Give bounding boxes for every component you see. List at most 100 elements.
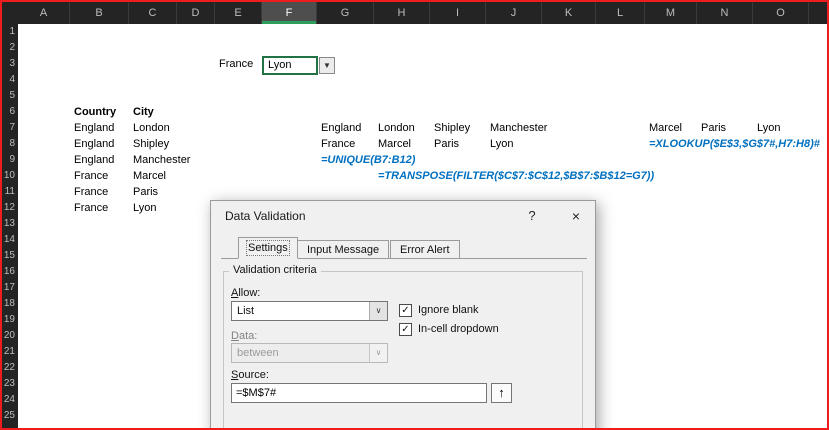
column-header-F[interactable]: F (262, 2, 317, 24)
cell-I7[interactable]: Shipley (434, 120, 470, 136)
cell-H7[interactable]: London (378, 120, 415, 136)
row-header-3[interactable]: 3 (2, 56, 18, 72)
tab-error-alert[interactable]: Error Alert (390, 240, 460, 259)
dialog-tab-strip: Settings Input Message Error Alert (221, 237, 587, 259)
check-icon: ✓ (401, 305, 410, 316)
cell-J8[interactable]: Lyon (490, 136, 513, 152)
cell-C11[interactable]: Paris (133, 184, 158, 200)
cell-C6[interactable]: City (133, 104, 154, 120)
excel-window: ABCDEFGHIJKLMNO 1 2 3 4 5 6 7 8 9 10 11 12 13 14 15 16 1… (0, 0, 829, 430)
tab-label: Error Alert (400, 244, 450, 256)
row-header-12[interactable]: 12 (2, 200, 18, 216)
row-header-18[interactable]: 18 (2, 296, 18, 312)
data-value: between (237, 347, 279, 359)
row-header-1[interactable]: 1 (2, 24, 18, 40)
row-header-6[interactable]: 6 (2, 104, 18, 120)
cell-F3-dropdown[interactable]: Lyon (262, 56, 318, 75)
row-header-19[interactable]: 19 (2, 312, 18, 328)
row-header-21[interactable]: 21 (2, 344, 18, 360)
checkbox-box: ✓ (399, 323, 412, 336)
row-header-column: 1 2 3 4 5 6 7 8 9 10 11 12 13 14 15 16 17 18 19 20 21 22 23 24 2… (2, 24, 18, 428)
chevron-down-icon: ∨ (375, 306, 382, 315)
help-button[interactable]: ? (515, 201, 549, 231)
cell-C7[interactable]: London (133, 120, 170, 136)
cell-B11[interactable]: France (74, 184, 108, 200)
tab-settings[interactable]: Settings (238, 237, 298, 259)
cell-H8[interactable]: Marcel (378, 136, 411, 152)
row-header-25[interactable]: 25 (2, 408, 18, 424)
range-select-button[interactable]: ↑ (491, 383, 512, 403)
row-header-23[interactable]: 23 (2, 376, 18, 392)
row-header-22[interactable]: 22 (2, 360, 18, 376)
column-header-E[interactable]: E (215, 2, 262, 24)
tab-input-message[interactable]: Input Message (297, 240, 390, 259)
column-header-N[interactable]: N (697, 2, 753, 24)
source-label: Source: (231, 369, 269, 381)
column-header-D[interactable]: D (177, 2, 215, 24)
cell-C8[interactable]: Shipley (133, 136, 169, 152)
column-header-G[interactable]: G (317, 2, 374, 24)
row-header-20[interactable]: 20 (2, 328, 18, 344)
in-cell-dropdown-button[interactable]: ▼ (319, 57, 335, 74)
row-header-5[interactable]: 5 (2, 88, 18, 104)
row-header-7[interactable]: 7 (2, 120, 18, 136)
cell-B12[interactable]: France (74, 200, 108, 216)
row-header-4[interactable]: 4 (2, 72, 18, 88)
cell-C10[interactable]: Marcel (133, 168, 166, 184)
row-header-9[interactable]: 9 (2, 152, 18, 168)
allow-dropdown-button[interactable]: ∨ (369, 302, 387, 320)
group-label: Validation criteria (229, 264, 321, 276)
column-header-O[interactable]: O (753, 2, 809, 24)
row-header-11[interactable]: 11 (2, 184, 18, 200)
allow-combobox[interactable]: List ∨ (231, 301, 388, 321)
cell-M7[interactable]: Marcel (649, 120, 682, 136)
column-header-J[interactable]: J (486, 2, 542, 24)
cell-O7[interactable]: Lyon (757, 120, 780, 136)
allow-label: Allow: (231, 287, 261, 299)
data-validation-dialog: Data Validation ? × Settings Input Messa… (210, 200, 596, 430)
cell-C12[interactable]: Lyon (133, 200, 156, 216)
row-header-14[interactable]: 14 (2, 232, 18, 248)
row-header-16[interactable]: 16 (2, 264, 18, 280)
dialog-title[interactable]: Data Validation (225, 201, 306, 231)
column-header-H[interactable]: H (374, 2, 430, 24)
formula-xlookup[interactable]: =XLOOKUP($E$3,$G$7#,H7:H8)# (649, 136, 820, 152)
data-label: Data: (231, 330, 258, 342)
column-header-A[interactable]: A (18, 2, 70, 24)
close-icon: × (571, 208, 581, 224)
cell-G7[interactable]: England (321, 120, 361, 136)
in-cell-dropdown-label: In-cell dropdown (418, 323, 499, 335)
row-header-8[interactable]: 8 (2, 136, 18, 152)
help-icon: ? (528, 208, 536, 223)
checkbox-box: ✓ (399, 304, 412, 317)
row-header-17[interactable]: 17 (2, 280, 18, 296)
close-button[interactable]: × (559, 201, 593, 231)
cell-I8[interactable]: Paris (434, 136, 459, 152)
cell-B7[interactable]: England (74, 120, 114, 136)
column-header-row: ABCDEFGHIJKLMNO (0, 2, 829, 24)
row-header-15[interactable]: 15 (2, 248, 18, 264)
row-header-24[interactable]: 24 (2, 392, 18, 408)
cell-C9[interactable]: Manchester (133, 152, 190, 168)
column-header-M[interactable]: M (645, 2, 697, 24)
cell-G8[interactable]: France (321, 136, 355, 152)
cell-B10[interactable]: France (74, 168, 108, 184)
cell-B8[interactable]: England (74, 136, 114, 152)
formula-transpose[interactable]: =TRANSPOSE(FILTER($C$7:$C$12,$B$7:$B$12=… (378, 168, 654, 184)
column-header-I[interactable]: I (430, 2, 486, 24)
row-header-13[interactable]: 13 (2, 216, 18, 232)
cell-E3[interactable]: France (219, 56, 253, 72)
allow-value: List (237, 305, 255, 317)
cell-B6[interactable]: Country (74, 104, 116, 120)
cell-N7[interactable]: Paris (701, 120, 726, 136)
column-header-K[interactable]: K (542, 2, 596, 24)
source-input[interactable] (231, 383, 487, 403)
cell-B9[interactable]: England (74, 152, 114, 168)
row-header-2[interactable]: 2 (2, 40, 18, 56)
formula-unique[interactable]: =UNIQUE(B7:B12) (321, 152, 415, 168)
column-header-B[interactable]: B (70, 2, 129, 24)
row-header-10[interactable]: 10 (2, 168, 18, 184)
cell-J7[interactable]: Manchester (490, 120, 547, 136)
column-header-L[interactable]: L (596, 2, 645, 24)
column-header-C[interactable]: C (129, 2, 177, 24)
